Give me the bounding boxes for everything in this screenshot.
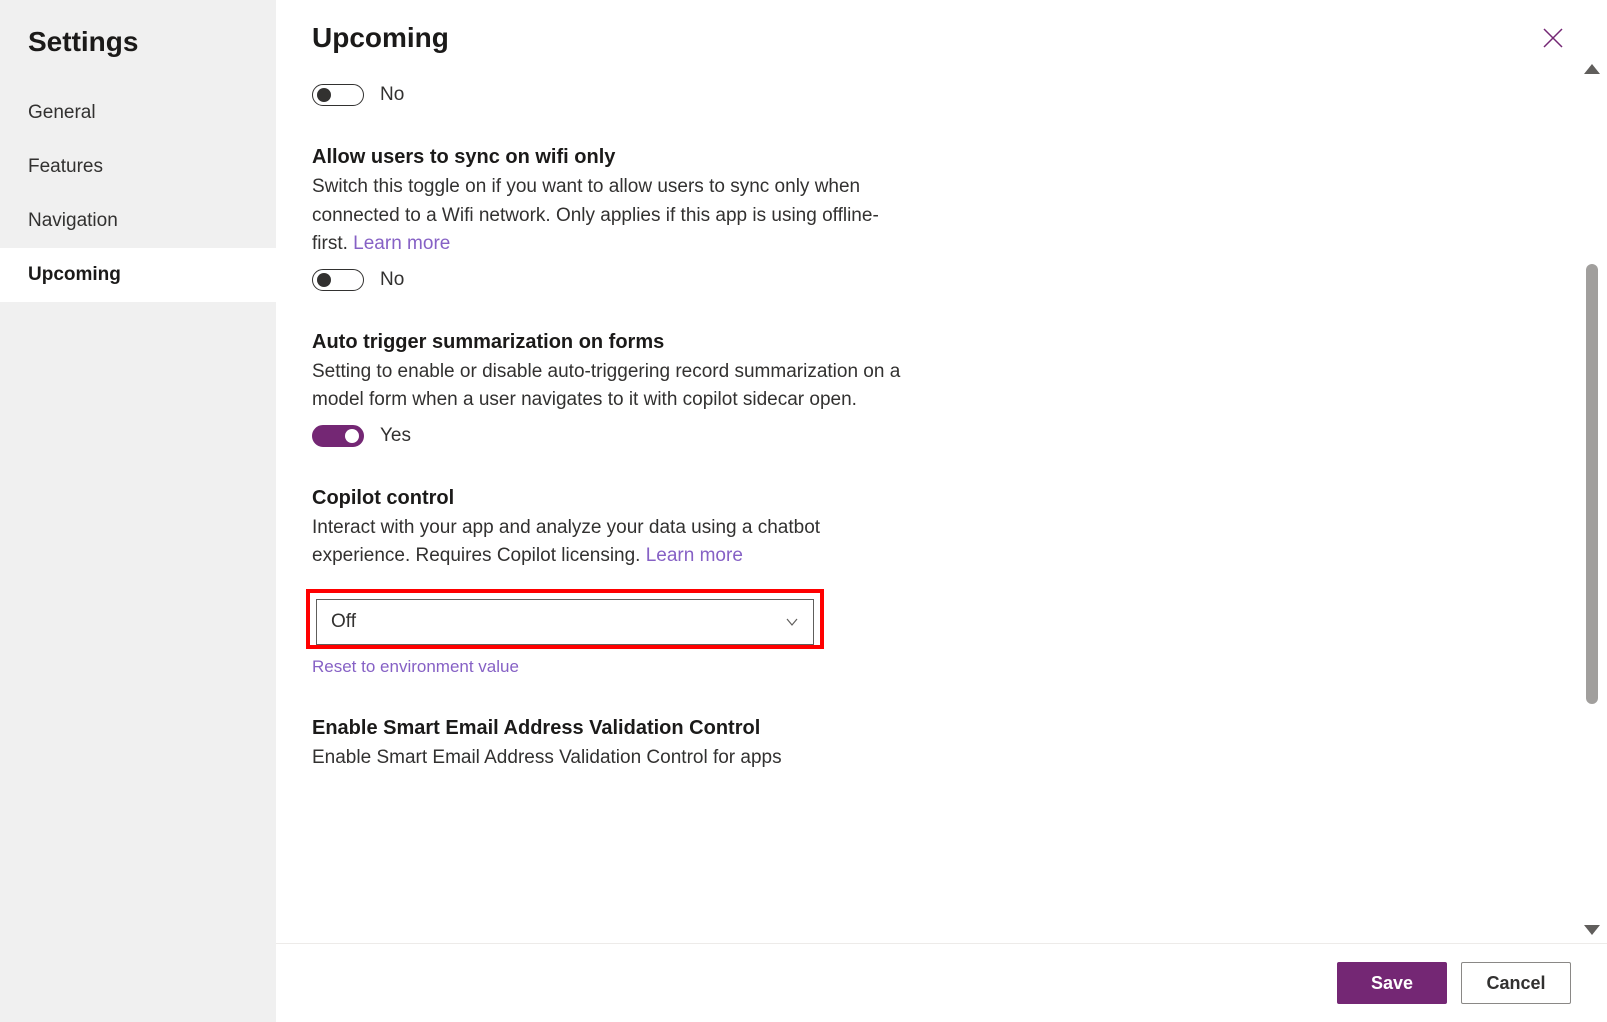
sidebar-item-label: General	[28, 102, 96, 123]
cancel-button[interactable]: Cancel	[1461, 962, 1571, 1004]
scroll-content: No Allow users to sync on wifi only Swit…	[276, 56, 1577, 943]
dropdown-value: Off	[331, 611, 356, 633]
sidebar-title: Settings	[0, 20, 276, 86]
toggle-thumb	[345, 429, 359, 443]
setting-title: Copilot control	[312, 487, 912, 510]
scrollbar	[1577, 56, 1607, 943]
toggle-state-label: No	[380, 84, 404, 106]
setting-title: Enable Smart Email Address Validation Co…	[312, 717, 912, 740]
learn-more-link[interactable]: Learn more	[353, 233, 450, 254]
close-button[interactable]	[1535, 20, 1571, 56]
setting-description-text: Interact with your app and analyze your …	[312, 517, 820, 567]
setting-partial-top: No	[312, 84, 912, 106]
sidebar-item-label: Navigation	[28, 210, 118, 231]
scroll-track[interactable]	[1586, 84, 1598, 915]
content-area: No Allow users to sync on wifi only Swit…	[276, 56, 1607, 943]
sidebar-item-upcoming[interactable]: Upcoming	[0, 248, 276, 302]
settings-sidebar: Settings General Features Navigation Upc…	[0, 0, 276, 1022]
setting-smart-email-validation: Enable Smart Email Address Validation Co…	[312, 717, 912, 773]
toggle-thumb	[317, 273, 331, 287]
setting-auto-summarization: Auto trigger summarization on forms Sett…	[312, 331, 912, 447]
toggle-auto-summarization[interactable]	[312, 425, 364, 447]
highlight-box: Off	[306, 589, 824, 649]
scroll-down-button[interactable]	[1584, 925, 1600, 935]
sidebar-item-label: Features	[28, 156, 103, 177]
setting-title: Auto trigger summarization on forms	[312, 331, 912, 354]
setting-copilot-control: Copilot control Interact with your app a…	[312, 487, 912, 677]
setting-description: Switch this toggle on if you want to all…	[312, 173, 912, 259]
toggle-row: Yes	[312, 425, 912, 447]
copilot-control-dropdown[interactable]: Off	[316, 599, 814, 645]
app-root: Settings General Features Navigation Upc…	[0, 0, 1607, 1022]
sidebar-item-navigation[interactable]: Navigation	[0, 194, 276, 248]
scroll-thumb[interactable]	[1586, 264, 1598, 704]
setting-description: Setting to enable or disable auto-trigge…	[312, 358, 912, 415]
toggle-wifi-sync[interactable]	[312, 269, 364, 291]
sidebar-item-features[interactable]: Features	[0, 140, 276, 194]
sidebar-item-general[interactable]: General	[0, 86, 276, 140]
toggle-thumb	[317, 88, 331, 102]
footer-actions: Save Cancel	[276, 943, 1607, 1022]
learn-more-link[interactable]: Learn more	[646, 545, 743, 566]
toggle-state-label: No	[380, 269, 404, 291]
setting-description: Enable Smart Email Address Validation Co…	[312, 744, 912, 773]
setting-wifi-sync: Allow users to sync on wifi only Switch …	[312, 146, 912, 291]
scroll-up-button[interactable]	[1584, 64, 1600, 74]
toggle-row: No	[312, 269, 912, 291]
setting-title: Allow users to sync on wifi only	[312, 146, 912, 169]
toggle-unknown-top[interactable]	[312, 84, 364, 106]
reset-environment-link[interactable]: Reset to environment value	[312, 657, 519, 677]
sidebar-item-label: Upcoming	[28, 264, 121, 285]
close-icon	[1541, 26, 1565, 50]
save-button[interactable]: Save	[1337, 962, 1447, 1004]
page-title: Upcoming	[312, 22, 1535, 54]
setting-description: Interact with your app and analyze your …	[312, 514, 912, 571]
toggle-row: No	[312, 84, 912, 106]
panel-header: Upcoming	[276, 0, 1607, 56]
main-panel: Upcoming No Allow users to sync on wifi …	[276, 0, 1607, 1022]
chevron-down-icon	[785, 615, 799, 629]
toggle-state-label: Yes	[380, 425, 411, 447]
